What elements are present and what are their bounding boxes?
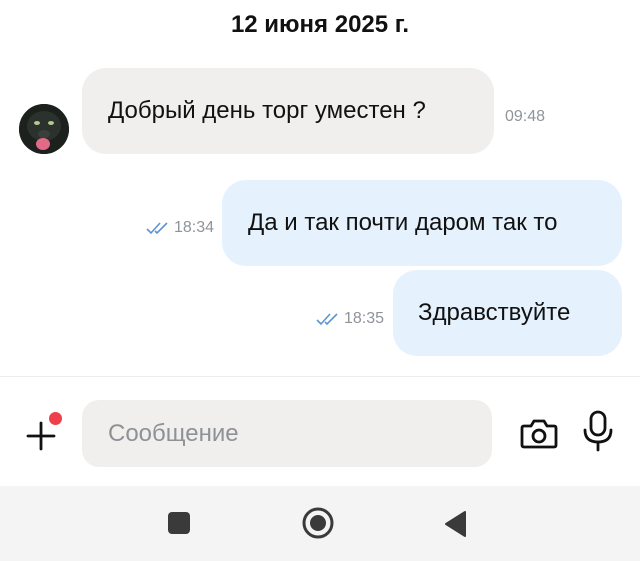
home-circle-icon [302,507,334,539]
double-check-icon [316,312,340,326]
message-text: Добрый день торг уместен ? [108,97,426,124]
chat-date-header: 12 июня 2025 г. [230,11,410,38]
message-time-label: 18:34 [174,219,215,236]
double-check-icon [146,221,170,235]
microphone-icon [583,410,613,452]
message-bubble-outgoing[interactable]: Здравствуйте [393,270,622,356]
home-button[interactable] [301,506,335,540]
message-input-placeholder: Сообщение [108,419,239,447]
recent-apps-button[interactable] [167,511,191,535]
back-triangle-icon [445,511,466,537]
system-nav-bar [0,486,640,561]
message-time-label: 18:35 [344,310,385,327]
back-button[interactable] [443,510,469,538]
composer-divider [0,376,640,377]
message-text: Да и так почти даром так то [248,209,558,236]
camera-icon [520,419,558,449]
message-text: Здравствуйте [418,299,571,326]
message-time-with-status: 18:35 [316,309,384,329]
message-time-with-status: 18:34 [146,218,214,238]
message-bubble-incoming[interactable]: Добрый день торг уместен ? [82,68,494,154]
avatar-image [19,104,69,154]
message-input[interactable]: Сообщение [82,400,492,467]
message-time-label: 09:48 [505,108,546,125]
camera-button[interactable] [518,413,560,453]
voice-message-button[interactable] [580,408,616,454]
square-icon [168,512,190,534]
notification-dot [49,412,62,425]
sender-avatar[interactable] [19,104,69,154]
message-bubble-outgoing[interactable]: Да и так почти даром так то [222,180,622,266]
message-time: 09:48 [505,107,545,127]
